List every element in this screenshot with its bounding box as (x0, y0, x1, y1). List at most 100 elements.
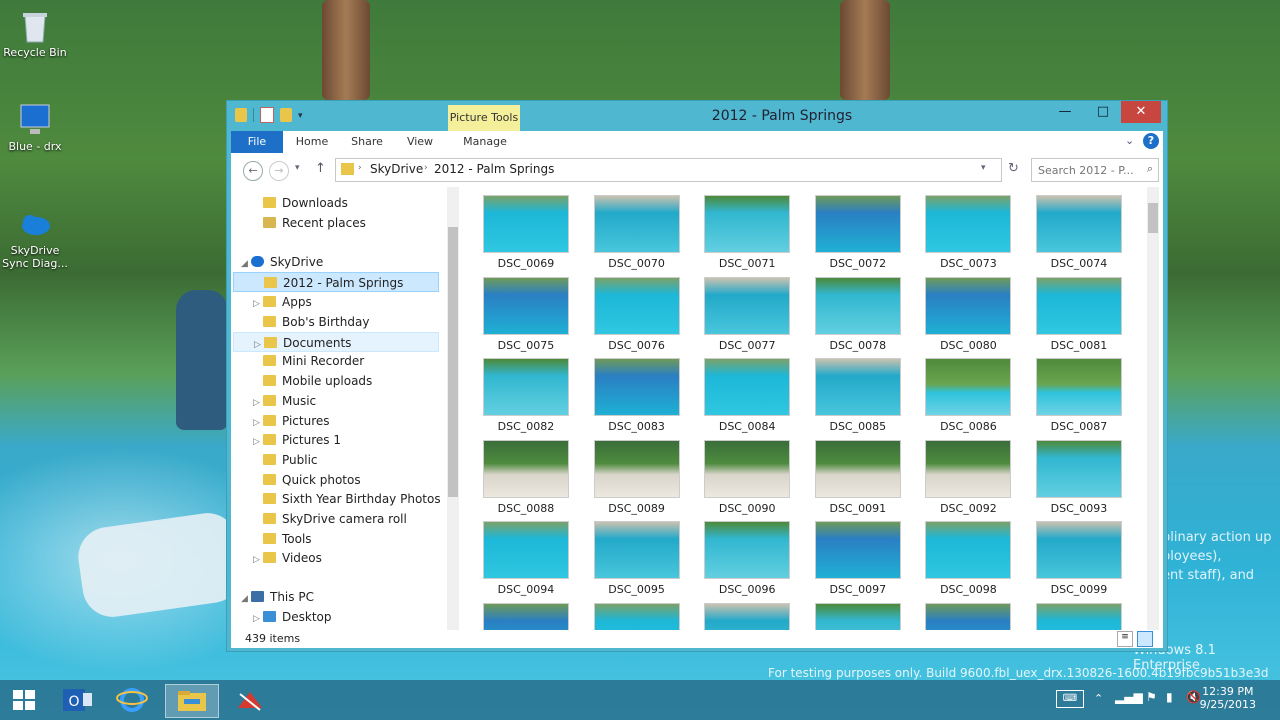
file-thumbnail-item[interactable]: DSC_0099 (1029, 521, 1129, 599)
nav-item[interactable]: ▷ Pictures 1 (233, 430, 439, 450)
file-thumbnail-item[interactable]: DSC_0087 (1029, 358, 1129, 436)
file-thumbnail-item[interactable]: DSC_0077 (697, 276, 797, 355)
file-thumbnail-item[interactable]: DSC_0078 (808, 276, 908, 355)
keyboard-icon[interactable]: ⌨ (1056, 690, 1084, 708)
scrollbar-thumb[interactable] (1148, 203, 1158, 233)
desktop-icon-recycle-bin[interactable]: Recycle Bin (0, 8, 70, 59)
outlook-taskbar-button[interactable]: O (55, 684, 99, 716)
maximize-button[interactable]: □ (1087, 101, 1119, 123)
system-clock[interactable]: 12:39 PM 9/25/2013 (1200, 685, 1256, 711)
file-thumbnail-item[interactable]: DSC_0085 (808, 358, 908, 436)
file-thumbnail-item[interactable]: DSC_0076 (587, 276, 687, 355)
file-thumbnail-item[interactable]: DSC_0095 (587, 521, 687, 599)
tab-home[interactable]: Home (291, 131, 333, 153)
file-thumbnail-item[interactable]: DSC_0083 (587, 358, 687, 436)
nav-item[interactable]: ◢ This PC (233, 587, 439, 607)
recent-locations-icon[interactable]: ▾ (295, 163, 300, 173)
file-thumbnail-item[interactable]: DSC_0088 (476, 439, 576, 518)
file-thumbnail-item[interactable]: DSC_0091 (808, 439, 908, 518)
nav-item[interactable]: Bob's Birthday (233, 312, 439, 332)
expanded-arrow-icon[interactable]: ◢ (241, 589, 251, 609)
expand-arrow-icon[interactable]: ▷ (253, 432, 263, 452)
nav-item[interactable]: Mini Recorder (233, 351, 439, 371)
snipping-tool-taskbar-button[interactable] (228, 684, 272, 716)
tab-share[interactable]: Share (346, 131, 388, 153)
nav-item[interactable]: ▷ Music (233, 391, 439, 411)
nav-item[interactable]: 2012 - Palm Springs (233, 272, 439, 292)
search-box[interactable]: ⌕ (1031, 158, 1159, 182)
tab-view[interactable]: View (399, 131, 441, 153)
nav-item[interactable]: ▷ Documents (233, 332, 439, 352)
files-scrollbar[interactable] (1147, 187, 1159, 630)
close-button[interactable]: ✕ (1121, 101, 1161, 123)
search-input[interactable] (1032, 159, 1140, 181)
start-button[interactable] (2, 684, 46, 716)
file-thumbnail-item[interactable]: DSC_0070 (587, 195, 687, 273)
help-icon[interactable]: ? (1143, 133, 1159, 149)
large-icons-view-icon[interactable] (1137, 631, 1153, 647)
file-thumbnail-item[interactable]: DSC_0084 (697, 358, 797, 436)
expand-arrow-icon[interactable]: ▷ (253, 294, 263, 314)
expand-arrow-icon[interactable]: ▷ (253, 609, 263, 629)
nav-item[interactable]: Recent places (233, 213, 439, 233)
nav-item[interactable]: Sixth Year Birthday Photos (233, 489, 441, 509)
search-icon[interactable]: ⌕ (1147, 162, 1153, 176)
nav-item[interactable]: ▷ Desktop (233, 607, 439, 627)
back-button[interactable]: ← (243, 161, 263, 181)
tab-file[interactable]: File (231, 131, 283, 153)
expand-ribbon-icon[interactable]: ⌄ (1125, 134, 1134, 147)
desktop-icon-computer[interactable]: Blue - drx (0, 102, 70, 153)
expand-arrow-icon[interactable]: ▷ (253, 550, 263, 570)
file-thumbnail-item[interactable]: DSC_0089 (587, 439, 687, 518)
flag-icon[interactable]: ⚑ (1146, 690, 1157, 704)
nav-item[interactable]: Quick photos (233, 470, 439, 490)
nav-item[interactable]: ▷ Videos (233, 548, 439, 568)
breadcrumb-chevron-icon[interactable]: › (424, 163, 428, 173)
expanded-arrow-icon[interactable]: ◢ (241, 254, 251, 274)
battery-icon[interactable]: ▮ (1166, 690, 1173, 704)
file-thumbnail-item[interactable]: DSC_0098 (918, 521, 1018, 599)
file-explorer-taskbar-button[interactable] (165, 684, 219, 718)
desktop-icon-skydrive-sync[interactable]: SkyDrive Sync Diag... (0, 206, 70, 270)
forward-button[interactable]: → (269, 161, 289, 181)
nav-item[interactable]: Public (233, 450, 439, 470)
expand-arrow-icon[interactable]: ▷ (253, 393, 263, 413)
nav-item[interactable]: Downloads (233, 193, 439, 213)
file-thumbnail-item[interactable] (808, 602, 908, 630)
file-thumbnail-item[interactable]: DSC_0096 (697, 521, 797, 599)
nav-item[interactable]: ▷ Apps (233, 292, 439, 312)
breadcrumb-current-folder[interactable]: 2012 - Palm Springs (434, 162, 554, 176)
title-bar[interactable]: ▾ Picture Tools 2012 - Palm Springs — □ … (227, 101, 1167, 131)
file-thumbnail-item[interactable]: DSC_0081 (1029, 276, 1129, 355)
details-view-icon[interactable]: ≡ (1117, 631, 1133, 647)
address-dropdown-icon[interactable]: ▾ (981, 163, 986, 173)
file-thumbnail-item[interactable]: DSC_0073 (918, 195, 1018, 273)
file-thumbnail-item[interactable]: DSC_0093 (1029, 439, 1129, 518)
nav-item[interactable]: Mobile uploads (233, 371, 439, 391)
refresh-icon[interactable]: ↻ (1008, 161, 1019, 176)
file-thumbnail-item[interactable]: DSC_0097 (808, 521, 908, 599)
tab-manage[interactable]: Manage (459, 131, 511, 153)
file-thumbnail-item[interactable]: DSC_0080 (918, 276, 1018, 355)
address-box[interactable]: › SkyDrive › 2012 - Palm Springs ▾ (335, 158, 1002, 182)
navigation-scrollbar[interactable] (447, 187, 459, 630)
file-thumbnail-item[interactable] (918, 602, 1018, 630)
network-icon[interactable]: ▂▄▆ (1115, 690, 1143, 704)
nav-item[interactable]: SkyDrive camera roll (233, 509, 439, 529)
file-thumbnail-item[interactable] (587, 602, 687, 630)
chevron-up-icon[interactable]: ⌃ (1094, 692, 1103, 705)
file-thumbnail-item[interactable]: DSC_0090 (697, 439, 797, 518)
file-thumbnail-item[interactable]: DSC_0071 (697, 195, 797, 273)
file-thumbnail-item[interactable] (476, 602, 576, 630)
file-thumbnail-item[interactable]: DSC_0069 (476, 195, 576, 273)
up-button[interactable]: ↑ (315, 161, 326, 176)
scrollbar-thumb[interactable] (448, 227, 458, 497)
minimize-button[interactable]: — (1049, 101, 1081, 123)
internet-explorer-taskbar-button[interactable] (110, 684, 154, 716)
file-thumbnail-item[interactable]: DSC_0072 (808, 195, 908, 273)
nav-item[interactable]: ▷ Pictures (233, 411, 439, 431)
nav-item[interactable]: Tools (233, 529, 439, 549)
file-thumbnail-item[interactable]: DSC_0086 (918, 358, 1018, 436)
file-thumbnail-item[interactable]: DSC_0094 (476, 521, 576, 599)
file-thumbnail-item[interactable] (1029, 602, 1129, 630)
